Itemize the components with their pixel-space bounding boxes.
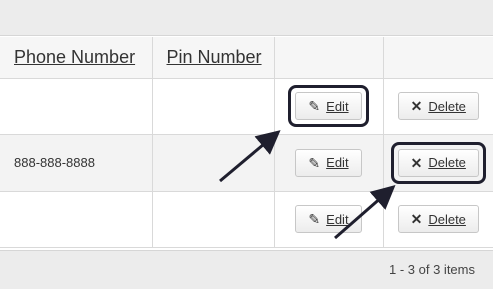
- pencil-icon: ✎: [308, 154, 321, 171]
- table-row: ✎ Edit ✕ Delete: [0, 78, 493, 135]
- pin-number-cell: [151, 134, 274, 192]
- pencil-icon: ✎: [308, 211, 321, 227]
- pencil-icon: ✎: [308, 98, 321, 114]
- grid-header-row: Phone Number Pin Number: [0, 37, 493, 79]
- delete-cell: ✕ Delete: [382, 78, 493, 135]
- edit-highlight-box: ✎ Edit: [288, 85, 369, 127]
- phone-number-cell: 888-888-8888: [0, 134, 152, 192]
- contacts-grid: Phone Number Pin Number ✎ Edit ✕ Delete …: [0, 37, 493, 248]
- delete-cell: ✕ Delete: [382, 191, 493, 248]
- sort-link-pin-number[interactable]: Pin Number: [167, 47, 262, 67]
- grid-pager: 1 - 3 of 3 items: [0, 250, 493, 289]
- pin-number-cell: [151, 78, 274, 135]
- delete-button-label: Delete: [428, 155, 466, 170]
- column-header-delete: [382, 37, 493, 79]
- close-icon: ✕: [410, 98, 423, 114]
- delete-button-label: Delete: [428, 211, 466, 227]
- table-row: 888-888-8888 ✎ Edit ✕ Delete: [0, 134, 493, 192]
- table-row: ✎ Edit ✕ Delete: [0, 191, 493, 248]
- delete-button[interactable]: ✕ Delete: [397, 205, 479, 233]
- phone-number-cell: [0, 78, 152, 135]
- column-header-pin-number[interactable]: Pin Number: [151, 37, 274, 79]
- delete-highlight-box: ✕ Delete: [390, 141, 487, 184]
- grid-toolbar: [0, 0, 493, 36]
- edit-button[interactable]: ✎ Edit: [295, 148, 362, 177]
- delete-cell: ✕ Delete: [382, 134, 493, 192]
- pin-number-cell: [151, 191, 274, 248]
- edit-button-label: Edit: [326, 155, 349, 170]
- column-header-phone-number[interactable]: Phone Number: [0, 37, 152, 79]
- edit-button-label: Edit: [326, 211, 349, 227]
- edit-cell: ✎ Edit: [273, 134, 383, 192]
- edit-button-label: Edit: [326, 98, 349, 114]
- close-icon: ✕: [410, 211, 423, 227]
- edit-button[interactable]: ✎ Edit: [295, 205, 362, 233]
- edit-button[interactable]: ✎ Edit: [295, 92, 362, 120]
- delete-button[interactable]: ✕ Delete: [397, 92, 479, 120]
- sort-link-phone-number[interactable]: Phone Number: [14, 47, 135, 67]
- close-icon: ✕: [410, 154, 423, 171]
- column-header-edit: [273, 37, 383, 79]
- phone-number-cell: [0, 191, 152, 248]
- edit-cell: ✎ Edit: [273, 78, 383, 135]
- delete-button-label: Delete: [428, 98, 466, 114]
- pager-info: 1 - 3 of 3 items: [389, 262, 475, 277]
- edit-cell: ✎ Edit: [273, 191, 383, 248]
- delete-button[interactable]: ✕ Delete: [397, 148, 479, 177]
